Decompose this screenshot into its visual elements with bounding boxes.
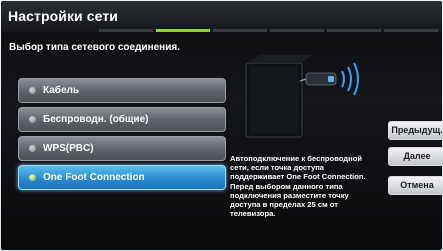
tv-top-edge: [246, 55, 312, 63]
step-indicator-6: [384, 29, 438, 32]
radio-dot-icon: [29, 145, 36, 152]
step-indicator-2-active: [156, 29, 210, 32]
section-subtitle: Выбор типа сетевого соединения.: [9, 42, 180, 53]
option-label: One Foot Connection: [43, 172, 145, 183]
option-one-foot-connection[interactable]: One Foot Connection: [18, 165, 226, 190]
step-indicator-3: [213, 29, 267, 32]
step-indicator-4: [270, 29, 324, 32]
tv-back-panel: [250, 67, 298, 133]
step-indicator-1: [99, 29, 153, 32]
option-label: Беспроводн. (общие): [43, 114, 149, 125]
option-description: Автоподключение к беспроводной сети, есл…: [230, 154, 366, 219]
radio-dot-icon: [29, 87, 36, 94]
step-indicator-5: [327, 29, 381, 32]
access-point-light: [328, 76, 334, 82]
option-wireless-general[interactable]: Беспроводн. (общие): [18, 107, 226, 132]
header-bar: Настройки сети: [1, 1, 442, 32]
option-label: WPS(PBC): [43, 143, 94, 154]
option-wps-pbc[interactable]: WPS(PBC): [18, 136, 226, 161]
option-label: Кабель: [43, 85, 80, 96]
network-settings-panel: Настройки сети Выбор типа сетевого соеди…: [1, 1, 442, 250]
wifi-wave-2: [347, 66, 352, 92]
screen-frame: Настройки сети Выбор типа сетевого соеди…: [0, 0, 443, 251]
tv-access-point-illustration: [245, 55, 359, 138]
radio-dot-icon: [29, 174, 36, 181]
radio-dot-icon: [29, 116, 36, 123]
page-title: Настройки сети: [8, 8, 119, 24]
previous-button[interactable]: Предыдущ.: [388, 121, 443, 140]
next-button[interactable]: Далее: [388, 147, 443, 166]
wifi-wave-3: [353, 62, 359, 96]
wifi-wave-1: [341, 70, 345, 88]
cancel-button[interactable]: Отмена: [388, 176, 443, 195]
option-cable[interactable]: Кабель: [18, 78, 226, 103]
step-progress: [99, 29, 439, 32]
